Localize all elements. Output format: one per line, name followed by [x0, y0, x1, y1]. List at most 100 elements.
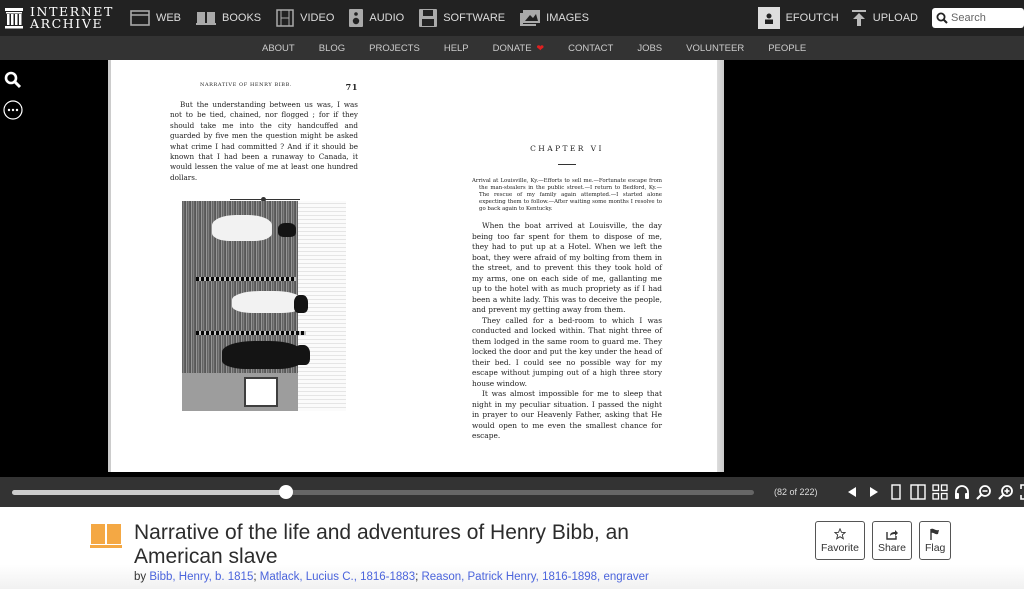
right-page: CHAPTER VI Arrival at Louisville, Ky.—Ef… — [472, 144, 662, 442]
subnav-contact[interactable]: CONTACT — [568, 43, 613, 54]
images-icon — [520, 10, 541, 26]
creator-link[interactable]: Bibb, Henry, b. 1815 — [149, 571, 253, 583]
next-page-button[interactable] — [865, 483, 883, 501]
subnav-volunteer[interactable]: VOLUNTEER — [686, 43, 744, 54]
zoom-out-button[interactable] — [975, 483, 993, 501]
share-icon — [886, 529, 898, 540]
archive-building-icon — [5, 8, 23, 29]
share-label: Share — [877, 541, 906, 554]
next-page-icon — [870, 487, 878, 497]
thumbnail-view-button[interactable] — [931, 483, 949, 501]
favorite-button[interactable]: Favorite — [815, 521, 865, 560]
more-options-button[interactable] — [3, 100, 23, 120]
page-slider-handle[interactable] — [278, 485, 293, 499]
chapter-synopsis: Arrival at Louisville, Ky.—Efforts to se… — [472, 178, 662, 212]
item-info: Narrative of the life and adventures of … — [0, 507, 1024, 589]
left-page-text: But the understanding between us was, I … — [170, 100, 358, 183]
two-page-view-button[interactable] — [909, 483, 927, 501]
upload-label: UPLOAD — [872, 12, 918, 24]
by-label: by — [134, 571, 147, 583]
engraving-illustration — [182, 201, 346, 411]
username[interactable]: EFOUTCH — [786, 12, 839, 24]
subnav-jobs[interactable]: JOBS — [637, 43, 662, 54]
right-page-text: When the boat arrived at Louisville, the… — [472, 221, 662, 442]
nav-web-label: WEB — [155, 12, 182, 24]
favorite-label: Favorite — [821, 541, 859, 554]
search-input[interactable]: Search — [932, 8, 1024, 28]
nav-software-label: SOFTWARE — [443, 12, 506, 24]
top-nav: INTERNET ARCHIVE WEB BOOKS VIDEO AUDIO S… — [0, 0, 1024, 36]
subnav-donate[interactable]: DONATE ❤ — [493, 43, 544, 54]
nav-books-label: BOOKS — [222, 12, 262, 24]
thumbnail-view-icon — [932, 484, 948, 500]
zoom-out-icon — [976, 485, 991, 500]
nav-images[interactable]: IMAGES — [520, 10, 589, 26]
upload-button[interactable]: UPLOAD — [851, 10, 918, 26]
subnav-blog[interactable]: BLOG — [319, 43, 345, 54]
nav-web[interactable]: WEB — [130, 10, 181, 26]
share-button[interactable]: Share — [871, 521, 912, 560]
creator-link[interactable]: Reason, Patrick Henry, 1816-1898, engrav… — [421, 571, 648, 583]
nav-video-label: VIDEO — [300, 12, 335, 24]
read-aloud-button[interactable] — [953, 483, 971, 501]
logo-line-2: ARCHIVE — [30, 16, 104, 31]
search-icon — [4, 71, 22, 89]
software-icon — [419, 9, 438, 27]
search-icon — [936, 12, 948, 24]
flag-label: Flag — [924, 541, 946, 554]
page-number: 71 — [345, 82, 358, 92]
nav-video[interactable]: VIDEO — [276, 9, 334, 27]
fullscreen-button[interactable] — [1019, 483, 1024, 501]
heart-icon: ❤ — [536, 42, 545, 53]
nav-software[interactable]: SOFTWARE — [419, 9, 505, 27]
books-icon — [196, 12, 217, 25]
reader-toolbar — [843, 483, 1024, 501]
star-icon — [833, 527, 846, 540]
one-page-view-button[interactable] — [887, 483, 905, 501]
paragraph: They called for a bed-room to which I wa… — [472, 315, 662, 388]
flag-icon — [930, 528, 940, 540]
book-reader: NARRATIVE OF HENRY BIBB. 71 But the unde… — [0, 60, 1024, 477]
subnav-about[interactable]: ABOUT — [262, 43, 295, 54]
nav-books[interactable]: BOOKS — [196, 10, 261, 26]
creator-link[interactable]: Matlack, Lucius C., 1816-1883 — [260, 571, 415, 583]
item-title: Narrative of the life and adventures of … — [134, 521, 629, 568]
page-slider-fill — [12, 490, 286, 495]
paragraph: But the understanding between us was, I … — [170, 100, 358, 182]
page-slider[interactable] — [12, 485, 754, 499]
running-head-title: NARRATIVE OF HENRY BIBB. — [200, 82, 293, 88]
subnav-projects[interactable]: PROJECTS — [369, 43, 420, 54]
zoom-in-icon — [998, 485, 1013, 500]
zoom-in-button[interactable] — [997, 483, 1015, 501]
item-actions: Favorite Share Flag — [815, 521, 958, 560]
media-type-nav: WEB BOOKS VIDEO AUDIO SOFTWARE IMAGES — [130, 9, 604, 27]
nav-audio[interactable]: AUDIO — [349, 9, 404, 27]
left-page: NARRATIVE OF HENRY BIBB. 71 But the unde… — [170, 82, 358, 203]
prev-page-button[interactable] — [843, 483, 861, 501]
video-icon — [276, 9, 294, 27]
subnav-people[interactable]: PEOPLE — [768, 43, 806, 54]
subnav-help[interactable]: HELP — [444, 43, 469, 54]
paragraph: It was almost impossible for me to sleep… — [472, 389, 662, 440]
user-avatar[interactable] — [757, 7, 780, 29]
book-spread[interactable]: NARRATIVE OF HENRY BIBB. 71 But the unde… — [108, 60, 724, 472]
search-inside-button[interactable] — [3, 70, 23, 90]
logo-text: INTERNET ARCHIVE — [30, 5, 114, 31]
nav-images-label: IMAGES — [546, 12, 589, 24]
page-count: (82 of 222) — [774, 487, 818, 497]
one-page-view-icon — [891, 484, 901, 500]
reader-controls: (82 of 222) — [0, 477, 1024, 507]
nav-audio-label: AUDIO — [369, 12, 405, 24]
read-aloud-icon — [955, 485, 969, 499]
two-page-view-icon — [910, 484, 926, 500]
user-area: EFOUTCH UPLOAD Search — [757, 0, 1024, 36]
paragraph: When the boat arrived at Louisville, the… — [472, 221, 662, 314]
user-icon — [764, 13, 773, 24]
internet-archive-logo[interactable]: INTERNET ARCHIVE — [4, 0, 114, 36]
flag-button[interactable]: Flag — [918, 521, 952, 560]
sub-nav: ABOUT BLOG PROJECTS HELP DONATE ❤ CONTACT… — [0, 36, 1024, 60]
book-icon — [90, 524, 122, 548]
upload-icon — [851, 10, 866, 26]
more-options-icon — [3, 100, 23, 120]
item-byline: by Bibb, Henry, b. 1815; Matlack, Lucius… — [134, 571, 649, 583]
